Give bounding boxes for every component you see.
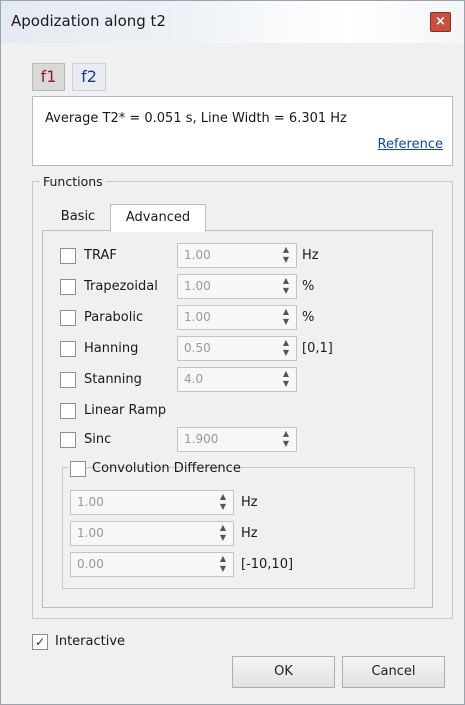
stanning-checkbox[interactable] <box>60 372 76 388</box>
cancel-button[interactable]: Cancel <box>342 656 445 688</box>
spin-arrows-icon[interactable]: ▲ ▼ <box>217 554 229 575</box>
functions-group-label: Functions <box>40 174 106 189</box>
stanning-spinbox[interactable]: 4.0 ▲ ▼ <box>177 367 297 392</box>
hanning-spinbox[interactable]: 0.50 ▲ ▼ <box>177 336 297 361</box>
info-box: Average T2* = 0.051 s, Line Width = 6.30… <box>32 96 453 166</box>
traf-checkbox[interactable] <box>60 248 76 264</box>
trapezoidal-unit: % <box>302 279 315 294</box>
convolution-unit-3: [-10,10] <box>241 557 294 572</box>
sinc-label: Sinc <box>84 432 112 447</box>
convolution-header: Convolution Difference <box>68 460 241 477</box>
close-button[interactable]: × <box>430 12 451 32</box>
traf-spinbox[interactable]: 1.00 ▲ ▼ <box>177 243 297 268</box>
traf-unit: Hz <box>302 248 319 263</box>
spin-arrows-icon[interactable]: ▲ ▼ <box>280 369 292 390</box>
parabolic-checkbox[interactable] <box>60 310 76 326</box>
window-title: Apodization along t2 <box>11 12 166 30</box>
stanning-value: 4.0 <box>184 372 204 386</box>
convolution-field-2[interactable]: 1.00 ▲ ▼ <box>70 521 234 546</box>
parabolic-unit: % <box>302 310 315 325</box>
hanning-unit: [0,1] <box>302 341 333 356</box>
interactive-checkbox[interactable]: ✓ <box>32 634 48 650</box>
spin-arrows-icon[interactable]: ▲ ▼ <box>280 245 292 266</box>
sinc-checkbox[interactable] <box>60 432 76 448</box>
tab-advanced[interactable]: Advanced <box>110 204 206 232</box>
convolution-value-1: 1.00 <box>77 495 104 509</box>
convolution-checkbox[interactable] <box>70 461 86 477</box>
convolution-unit-1: Hz <box>241 495 258 510</box>
line-width-info: Average T2* = 0.051 s, Line Width = 6.30… <box>45 111 347 126</box>
spin-arrows-icon[interactable]: ▲ ▼ <box>217 492 229 513</box>
f2-tab-label: f2 <box>81 67 97 86</box>
convolution-unit-2: Hz <box>241 526 258 541</box>
reference-link[interactable]: Reference <box>378 137 443 152</box>
sinc-value: 1.900 <box>184 432 219 446</box>
interactive-label: Interactive <box>55 634 126 649</box>
tab-basic-label: Basic <box>60 209 96 224</box>
linear-ramp-label: Linear Ramp <box>84 403 167 418</box>
spin-arrows-icon[interactable]: ▲ ▼ <box>280 338 292 359</box>
parabolic-spinbox[interactable]: 1.00 ▲ ▼ <box>177 305 297 330</box>
parabolic-label: Parabolic <box>84 310 144 325</box>
convolution-value-2: 1.00 <box>77 526 104 540</box>
convolution-value-3: 0.00 <box>77 557 104 571</box>
ok-button-label: OK <box>274 664 293 679</box>
spin-arrows-icon[interactable]: ▲ ▼ <box>280 429 292 450</box>
f1-tab[interactable]: f1 <box>32 63 65 91</box>
hanning-checkbox[interactable] <box>60 341 76 357</box>
trapezoidal-value: 1.00 <box>184 279 211 293</box>
hanning-value: 0.50 <box>184 341 211 355</box>
trapezoidal-label: Trapezoidal <box>84 279 158 294</box>
convolution-label: Convolution Difference <box>92 461 241 476</box>
f2-tab[interactable]: f2 <box>72 63 106 91</box>
spin-arrows-icon[interactable]: ▲ ▼ <box>217 523 229 544</box>
linear-ramp-checkbox[interactable] <box>60 403 76 419</box>
tab-basic[interactable]: Basic <box>52 204 104 230</box>
trapezoidal-checkbox[interactable] <box>60 279 76 295</box>
sinc-spinbox[interactable]: 1.900 ▲ ▼ <box>177 427 297 452</box>
trapezoidal-spinbox[interactable]: 1.00 ▲ ▼ <box>177 274 297 299</box>
parabolic-value: 1.00 <box>184 310 211 324</box>
traf-value: 1.00 <box>184 248 211 262</box>
close-icon: × <box>435 14 446 29</box>
spin-arrows-icon[interactable]: ▲ ▼ <box>280 307 292 328</box>
f1-tab-label: f1 <box>40 67 57 86</box>
spin-arrows-icon[interactable]: ▲ ▼ <box>280 276 292 297</box>
checkmark-icon: ✓ <box>34 635 46 649</box>
tab-advanced-label: Advanced <box>125 210 191 225</box>
stanning-label: Stanning <box>84 372 142 387</box>
convolution-field-3[interactable]: 0.00 ▲ ▼ <box>70 552 234 577</box>
cancel-button-label: Cancel <box>371 664 416 679</box>
title-bar[interactable]: Apodization along t2 × <box>1 1 464 43</box>
ok-button[interactable]: OK <box>232 656 335 688</box>
traf-label: TRAF <box>84 248 117 263</box>
convolution-field-1[interactable]: 1.00 ▲ ▼ <box>70 490 234 515</box>
hanning-label: Hanning <box>84 341 139 356</box>
